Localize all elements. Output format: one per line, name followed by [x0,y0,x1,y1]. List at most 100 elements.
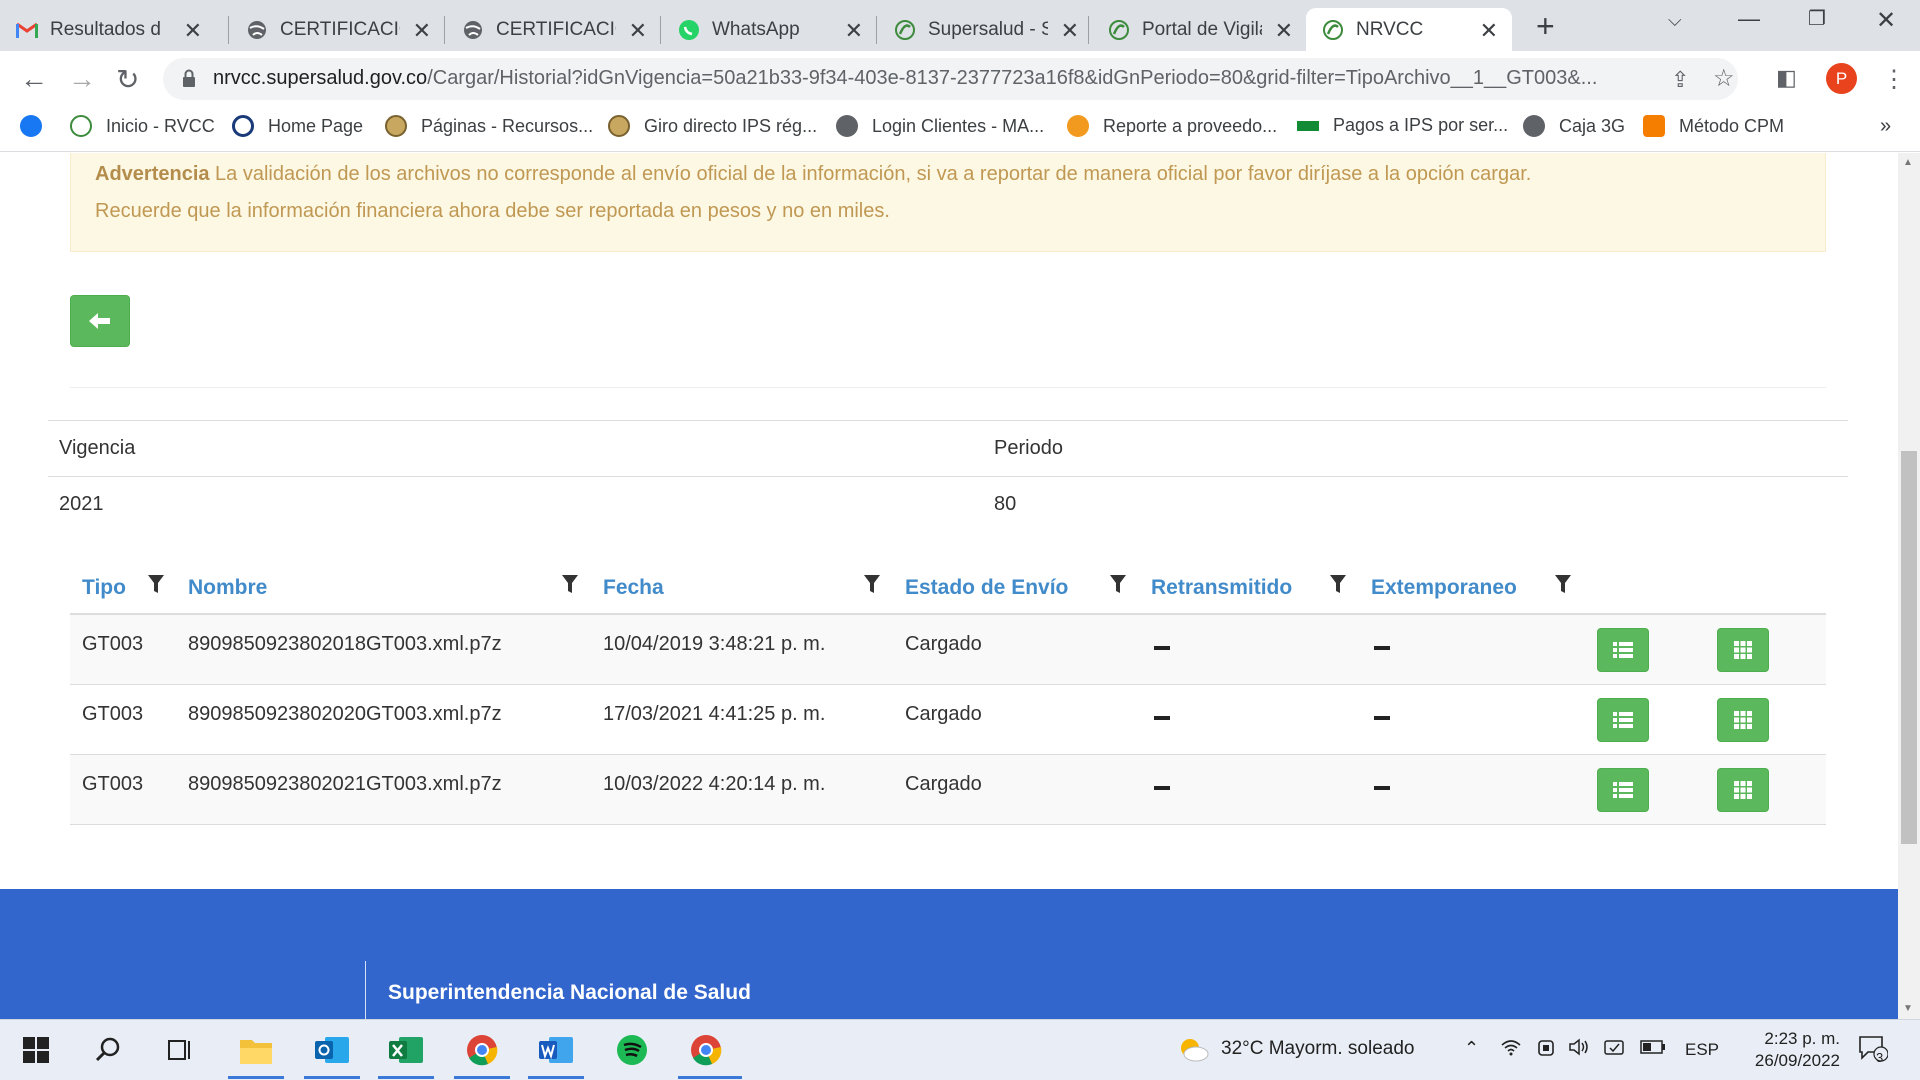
menu-icon[interactable]: ⋮ [1882,65,1906,94]
bookmark-facebook[interactable] [20,115,56,137]
weather-icon[interactable] [1176,1034,1210,1070]
tab-supersalud[interactable]: Supersalud - Si ✕ [878,8,1093,51]
column-extemporaneo[interactable]: Extemporaneo [1371,576,1517,600]
task-view-icon[interactable] [160,1030,200,1070]
vertical-scrollbar[interactable]: ▲ ▼ [1898,153,1920,1019]
forward-arrow-icon[interactable]: → [68,63,96,95]
whatsapp-icon [678,19,700,41]
filter-icon[interactable] [1110,575,1126,595]
cell-fecha: 17/03/2021 4:41:25 p. m. [603,703,826,725]
bookmark-paginas-recursos[interactable]: Páginas - Recursos... [385,115,593,137]
clock-date: 26/09/2022 [1754,1051,1840,1070]
flag-icon [1297,120,1319,131]
restore-icon[interactable]: ❐ [1808,6,1826,31]
close-icon[interactable]: ✕ [1061,18,1079,44]
url-path: /Cargar/Historial?idGnVigencia=50a21b33-… [427,67,1598,89]
view-grid-button[interactable] [1717,698,1769,742]
filter-icon[interactable] [562,575,578,595]
close-icon[interactable]: ✕ [1480,18,1498,44]
minimize-icon[interactable]: — [1738,6,1760,32]
notification-count: 3 [1876,1050,1884,1065]
tab-gmail[interactable]: Resultados de la búsqueda ✕ [0,8,216,51]
side-panel-icon[interactable]: ◧ [1776,65,1797,91]
tab-nrvcc[interactable]: NRVCC ✕ [1306,8,1512,51]
close-icon[interactable]: ✕ [845,18,863,44]
tab-certificacion-2[interactable]: CERTIFICACION ✕ [446,8,661,51]
close-icon[interactable]: ✕ [413,18,431,44]
view-grid-button[interactable] [1717,768,1769,812]
column-fecha[interactable]: Fecha [603,576,664,600]
filter-icon[interactable] [1330,575,1346,595]
filter-icon[interactable] [148,575,164,595]
weather-text[interactable]: 32°C Mayorm. soleado [1221,1038,1414,1060]
close-icon[interactable]: ✕ [184,18,202,44]
view-list-button[interactable] [1597,628,1649,672]
close-window-icon[interactable]: ✕ [1876,6,1896,35]
windows-start-icon[interactable] [16,1030,56,1070]
gmail-icon [16,19,38,41]
chrome-icon[interactable] [686,1030,726,1070]
tab-whatsapp[interactable]: WhatsApp ✕ [662,8,877,51]
star-icon[interactable]: ☆ [1713,64,1735,93]
word-icon[interactable] [536,1030,576,1070]
scrollbar-thumb[interactable] [1901,451,1917,844]
column-retransmitido[interactable]: Retransmitido [1151,576,1292,600]
filter-icon[interactable] [864,575,880,595]
close-icon[interactable]: ✕ [629,18,647,44]
view-list-button[interactable] [1597,768,1649,812]
bookmark-caja-3g[interactable]: Caja 3G [1523,115,1625,137]
volume-icon[interactable] [1568,1038,1590,1062]
profile-avatar[interactable]: P [1826,63,1857,94]
close-icon[interactable]: ✕ [1275,18,1293,44]
meet-now-icon[interactable] [1536,1038,1556,1064]
scroll-down-icon[interactable]: ▼ [1903,1003,1913,1014]
bookmark-metodo-cpm[interactable]: Método CPM [1643,115,1784,137]
clock[interactable]: 2:23 p. m. 26/09/2022 [1720,1028,1840,1072]
chevron-down-icon[interactable]: ⌵ [1668,10,1682,31]
bookmark-label: Método CPM [1679,115,1785,136]
column-nombre[interactable]: Nombre [188,576,267,600]
address-bar[interactable]: nrvcc.supersalud.gov.co/Cargar/Historial… [163,58,1738,100]
spotify-icon[interactable] [612,1030,652,1070]
view-list-button[interactable] [1597,698,1649,742]
filter-icon[interactable] [1555,575,1571,595]
bookmark-reporte-proveedores[interactable]: Reporte a proveedo... [1067,115,1277,137]
tab-title: CERTIFICACION [280,18,400,40]
tab-title: NRVCC [1356,18,1424,40]
column-tipo[interactable]: Tipo [82,576,126,600]
battery-icon[interactable] [1640,1038,1666,1060]
notifications-icon[interactable] [1858,1034,1889,1068]
excel-icon[interactable] [386,1030,426,1070]
bookmark-login-clientes[interactable]: Login Clientes - MA... [836,115,1044,137]
outlook-icon[interactable] [312,1030,352,1070]
search-icon[interactable] [88,1030,128,1070]
cloud-sync-icon[interactable] [1604,1038,1626,1062]
view-grid-button[interactable] [1717,628,1769,672]
tab-certificacion-1[interactable]: CERTIFICACION ✕ [230,8,445,51]
back-arrow-icon[interactable]: ← [20,63,48,95]
home-page-icon [232,115,254,137]
active-app-indicator [228,1076,284,1079]
bookmark-giro-directo[interactable]: Giro directo IPS rég... [608,115,817,137]
scroll-up-icon[interactable]: ▲ [1903,157,1913,168]
cell-nombre: 8909850923802021GT003.xml.p7z [188,773,502,795]
bookmark-inicio-rvcc[interactable]: Inicio - RVCC [70,115,215,137]
wifi-icon[interactable] [1500,1038,1522,1062]
active-app-indicator [678,1076,742,1079]
bookmark-home-page[interactable]: Home Page [232,115,363,137]
language-indicator[interactable]: ESP [1685,1040,1719,1060]
orange-circle-icon [1067,115,1089,137]
back-button[interactable] [70,295,130,347]
tab-portal-vigilancia[interactable]: Portal de Vigila ✕ [1092,8,1307,51]
info-value-row: 2021 80 [48,476,1848,532]
column-estado-envio[interactable]: Estado de Envío [905,576,1068,600]
reload-icon[interactable]: ↻ [116,63,139,96]
file-explorer-icon[interactable] [236,1030,276,1070]
share-icon[interactable]: ⇪ [1671,67,1689,93]
active-app-indicator [454,1076,510,1079]
bookmark-pagos-ips[interactable]: Pagos a IPS por ser... [1297,115,1508,136]
new-tab-icon[interactable]: + [1536,8,1555,45]
chevron-right-icon[interactable]: » [1880,115,1891,138]
chrome-icon[interactable] [462,1030,502,1070]
chevron-up-icon[interactable]: ⌃ [1464,1038,1479,1059]
